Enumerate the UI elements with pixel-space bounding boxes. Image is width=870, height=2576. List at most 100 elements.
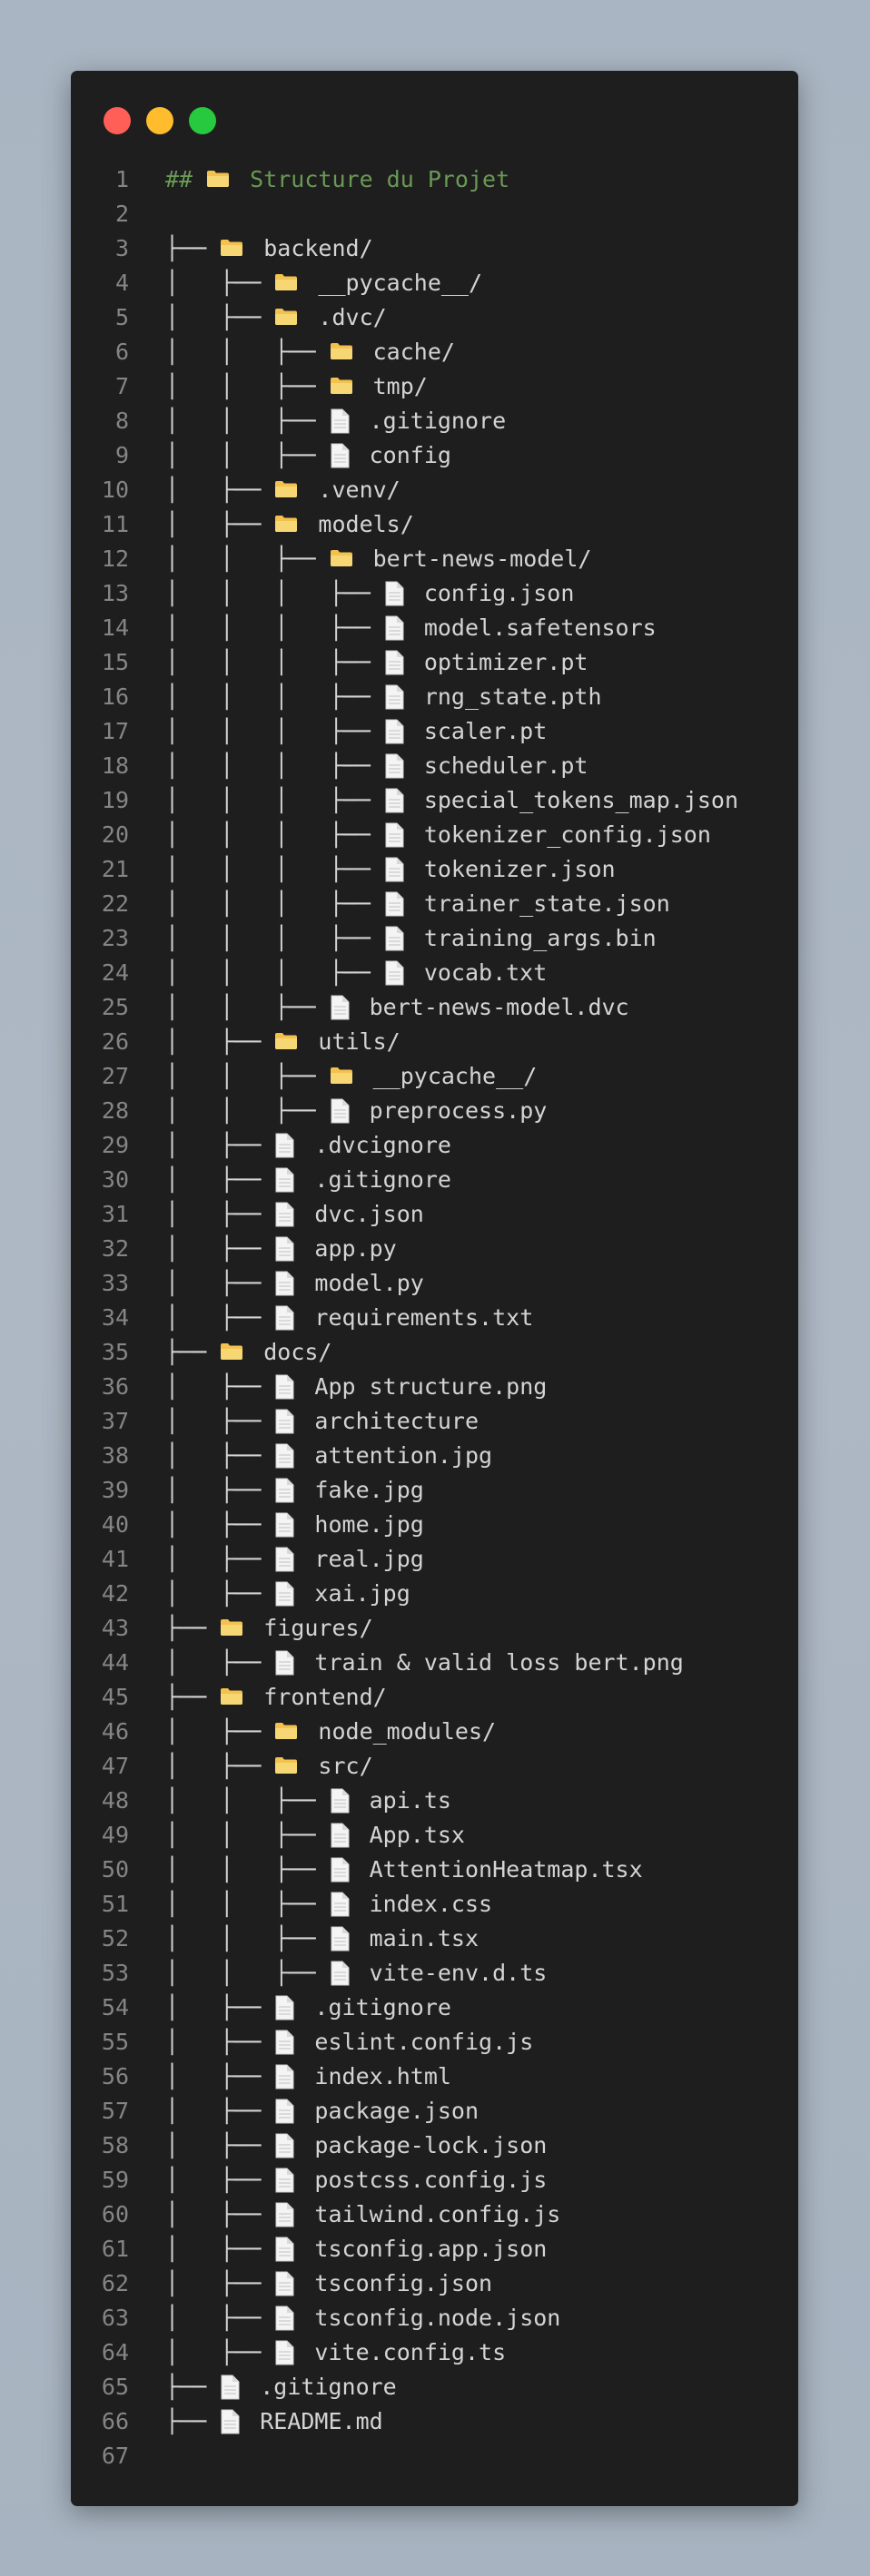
code-line: 32 │ ├── app.py [71,1232,798,1266]
folder-icon [275,481,298,497]
folder-icon [275,516,298,532]
line-content: │ │ │ ├── config.json [165,576,574,611]
line-number: 31 [101,1201,129,1227]
file-name: vite-env.d.ts [369,1960,548,1986]
tree-connector: │ ├── [165,1166,275,1193]
line-number: 66 [101,2408,129,2434]
code-line: 66 ├── README.md [71,2404,798,2439]
tree-connector: │ │ ├── [165,1063,330,1089]
maximize-button[interactable] [189,107,216,134]
line-number: 6 [114,339,129,365]
file-icon [275,2237,294,2262]
file-name: optimizer.pt [423,649,588,675]
file-name: tokenizer_config.json [423,821,711,848]
code-line: 60 │ ├── tailwind.config.js [71,2197,798,2232]
line-content: │ ├── fake.jpg [165,1473,424,1508]
file-icon [385,684,404,710]
tree-connector: │ │ │ ├── [165,718,384,744]
file-icon [331,1823,350,1848]
tree-connector: │ │ ├── [165,1960,330,1986]
line-number: 26 [101,1028,129,1055]
code-line: 49 │ │ ├── App.tsx [71,1818,798,1853]
tree-connector: │ ├── [165,2339,275,2365]
file-name: xai.jpg [314,1580,410,1607]
code-line: 36 │ ├── App structure.png [71,1370,798,1404]
line-number: 7 [114,373,129,399]
code-line: 30 │ ├── .gitignore [71,1163,798,1197]
line-number: 56 [101,2063,129,2089]
line-content: │ │ ├── index.css [165,1887,492,1922]
file-name: .gitignore [369,408,507,434]
file-name: index.html [314,2063,451,2089]
line-number: 42 [101,1580,129,1607]
line-content: │ │ ├── __pycache__/ [165,1059,537,1094]
tree-connector: │ ├── [165,2305,275,2331]
code-line: 41 │ ├── real.jpg [71,1542,798,1577]
file-icon [275,2306,294,2331]
folder-name: bert-news-model/ [372,546,592,572]
tree-connector: │ │ │ ├── [165,683,384,710]
line-content: │ ├── .dvc/ [165,300,387,335]
file-name: .gitignore [314,1166,451,1193]
line-number: 47 [101,1753,129,1779]
code-line: 17 │ │ │ ├── scaler.pt [71,714,798,749]
tree-connector: │ │ │ ├── [165,925,384,951]
code-line: 10 │ ├── .venv/ [71,473,798,507]
file-icon [385,615,404,641]
tree-connector: ├── [165,1339,221,1365]
line-number: 43 [101,1615,129,1641]
tree-connector: │ ├── [165,1132,275,1158]
line-content: │ │ │ ├── vocab.txt [165,956,547,990]
minimize-button[interactable] [146,107,173,134]
line-content: │ │ │ ├── rng_state.pth [165,680,602,714]
code-line: 13 │ │ │ ├── config.json [71,576,798,611]
folder-icon [221,240,243,256]
window-controls [104,107,216,134]
tree-connector: │ ├── [165,1442,275,1469]
code-block: 1 ## Structure du Projet 2 3 ├── backend/4 │ … [71,162,798,2473]
line-number: 12 [101,546,129,572]
code-line: 39 │ ├── fake.jpg [71,1473,798,1508]
file-icon [275,1478,294,1503]
tree-connector: │ ├── [165,1580,275,1607]
line-number: 27 [101,1063,129,1089]
file-icon [275,1547,294,1572]
close-button[interactable] [104,107,131,134]
tree-connector: │ ├── [165,1201,275,1227]
file-icon [275,2030,294,2055]
file-name: postcss.config.js [314,2167,548,2193]
line-number: 36 [101,1373,129,1400]
file-icon [275,2133,294,2158]
line-content: │ │ │ ├── tokenizer.json [165,852,616,887]
line-number: 18 [101,752,129,779]
tree-connector: │ ├── [165,2063,275,2089]
code-line: 4 │ ├── __pycache__/ [71,266,798,300]
line-number: 57 [101,2098,129,2124]
line-number: 14 [101,615,129,641]
code-line: 11 │ ├── models/ [71,507,798,542]
code-line: 38 │ ├── attention.jpg [71,1439,798,1473]
folder-icon [221,1688,243,1705]
file-name: api.ts [369,1787,451,1814]
line-content: │ ├── index.html [165,2060,451,2094]
file-icon [331,1926,350,1952]
tree-connector: │ ├── [165,1753,275,1779]
line-content: │ │ │ ├── optimizer.pt [165,645,588,680]
code-line: 21 │ │ │ ├── tokenizer.json [71,852,798,887]
file-name: App.tsx [369,1822,465,1848]
tree-connector: │ │ ├── [165,1787,330,1814]
code-line: 19 │ │ │ ├── special_tokens_map.json [71,783,798,818]
line-number: 8 [114,408,129,434]
file-icon [275,2064,294,2089]
line-content: │ │ ├── AttentionHeatmap.tsx [165,1853,643,1887]
file-icon [385,891,404,917]
line-content: │ │ │ ├── trainer_state.json [165,887,670,921]
code-line: 1 ## Structure du Projet [71,162,798,197]
code-line: 16 │ │ │ ├── rng_state.pth [71,680,798,714]
line-content: │ │ ├── cache/ [165,335,455,369]
line-content: │ ├── .gitignore [165,1163,451,1197]
tree-connector: │ ├── [165,1546,275,1572]
line-number: 21 [101,856,129,882]
file-name: package-lock.json [314,2132,548,2158]
code-line: 31 │ ├── dvc.json [71,1197,798,1232]
